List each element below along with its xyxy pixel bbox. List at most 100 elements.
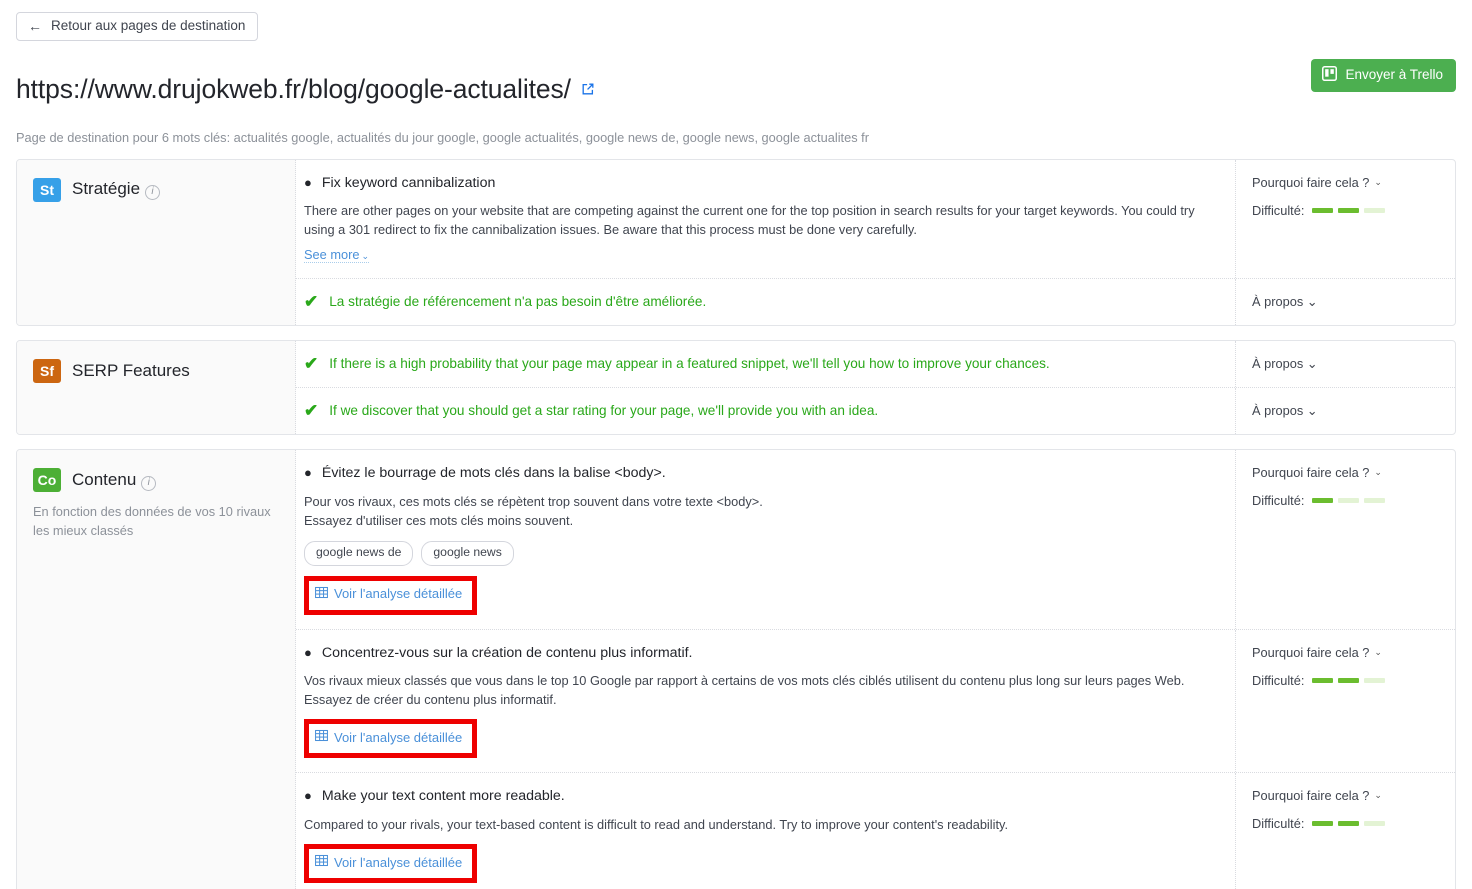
why-do-this-label: Pourquoi faire cela ? bbox=[1252, 644, 1370, 660]
ok-message: ✔ La stratégie de référencement n'a pas b… bbox=[296, 279, 1235, 324]
difficulty-bar bbox=[1338, 498, 1360, 504]
why-do-this-label: Pourquoi faire cela ? bbox=[1252, 788, 1370, 804]
detailed-analysis-link[interactable]: Voir l'analyse détaillée bbox=[315, 586, 462, 602]
difficulty-bars bbox=[1312, 498, 1386, 504]
chevron-down-icon: ⌄ bbox=[1306, 294, 1318, 310]
detailed-analysis-label: Voir l'analyse détaillée bbox=[334, 586, 463, 602]
row-side-panel: À propos ⌄ bbox=[1235, 341, 1455, 388]
send-to-trello-button[interactable]: Envoyer à Trello bbox=[1311, 59, 1456, 92]
title-row: https://www.drujokweb.fr/blog/google-act… bbox=[16, 57, 1456, 122]
detailed-analysis-label: Voir l'analyse détaillée bbox=[334, 854, 463, 870]
issue-row: ● Concentrez-vous sur la création de cont… bbox=[296, 629, 1455, 774]
info-icon[interactable]: i bbox=[141, 475, 157, 491]
difficulty-bar bbox=[1364, 821, 1386, 827]
why-do-this-link[interactable]: Pourquoi faire cela ? ⌄ bbox=[1252, 175, 1382, 190]
difficulty-bars bbox=[1312, 821, 1386, 827]
issue-row: ● Fix keyword cannibalization There are ot… bbox=[296, 159, 1455, 280]
about-link[interactable]: À propos ⌄ bbox=[1252, 356, 1318, 371]
about-link[interactable]: À propos ⌄ bbox=[1252, 294, 1318, 309]
keyword-chip[interactable]: google news de bbox=[304, 541, 414, 566]
external-link-icon[interactable] bbox=[581, 82, 595, 96]
section-badge-icon: Co bbox=[33, 468, 61, 493]
back-to-landing-pages-button[interactable]: ← Retour aux pages de destination bbox=[16, 12, 259, 41]
section-card-stratégie: St Stratégie i ● Fix keyword cannibalization… bbox=[16, 158, 1456, 327]
issue-title-text: Make your text content more readable. bbox=[321, 788, 565, 805]
back-button-label: Retour aux pages de destination bbox=[51, 18, 246, 34]
difficulty-bar bbox=[1312, 677, 1334, 683]
bullet-icon: ● bbox=[304, 788, 312, 804]
row-side-panel: Pourquoi faire cela ? ⌄ Difficulté: bbox=[1235, 773, 1455, 889]
chevron-down-icon: ⌄ bbox=[1374, 467, 1382, 478]
row-side-panel: À propos ⌄ bbox=[1235, 388, 1455, 435]
row-content: ● Make your text content more readable. Co… bbox=[296, 773, 1235, 889]
section-description: En fonction des données de vos 10 rivaux… bbox=[33, 504, 271, 539]
chevron-down-icon: ⌄ bbox=[1306, 403, 1318, 419]
section-rows: ✔ If there is a high probability that you… bbox=[296, 341, 1455, 435]
difficulty-bar bbox=[1338, 821, 1360, 827]
table-icon bbox=[315, 729, 328, 745]
table-icon bbox=[315, 586, 328, 602]
row-side-panel: À propos ⌄ bbox=[1235, 279, 1455, 326]
page-subtitle: Page de destination pour 6 mots clés: ac… bbox=[16, 129, 869, 145]
ok-message-text: La stratégie de référencement n'a pas be… bbox=[329, 294, 707, 310]
difficulty-indicator: Difficulté: bbox=[1252, 816, 1439, 831]
ok-message: ✔ If we discover that you should get a st… bbox=[296, 388, 1235, 433]
check-icon: ✔ bbox=[304, 354, 319, 374]
chevron-down-icon: ⌄ bbox=[1374, 646, 1382, 657]
row-content: ● Évitez le bourrage de mots clés dans la… bbox=[296, 450, 1235, 628]
section-header: Co Contenu i En fonction des données de vos… bbox=[17, 450, 296, 889]
difficulty-bar bbox=[1312, 821, 1334, 827]
keyword-chip[interactable]: google news bbox=[421, 541, 514, 566]
status-row: ✔ If there is a high probability that you… bbox=[296, 341, 1455, 389]
see-more-link[interactable]: See more ⌄ bbox=[304, 247, 370, 264]
page-title-url: https://www.drujokweb.fr/blog/google-act… bbox=[16, 73, 571, 104]
detailed-analysis-highlight: Voir l'analyse détaillée bbox=[304, 575, 478, 615]
chevron-down-icon: ⌄ bbox=[361, 251, 370, 262]
why-do-this-link[interactable]: Pourquoi faire cela ? ⌄ bbox=[1252, 788, 1382, 803]
chevron-down-icon: ⌄ bbox=[1374, 790, 1382, 801]
about-link[interactable]: À propos ⌄ bbox=[1252, 403, 1318, 418]
section-badge-icon: St bbox=[33, 177, 61, 202]
why-do-this-label: Pourquoi faire cela ? bbox=[1252, 174, 1370, 190]
status-row: ✔ If we discover that you should get a st… bbox=[296, 388, 1455, 435]
section-badge-icon: Sf bbox=[33, 359, 61, 384]
detailed-analysis-highlight: Voir l'analyse détaillée bbox=[304, 844, 478, 884]
issue-title: ● Concentrez-vous sur la création de cont… bbox=[304, 644, 1219, 662]
section-name: Contenu i bbox=[72, 470, 157, 491]
issue-title-text: Évitez le bourrage de mots clés dans la … bbox=[321, 465, 666, 482]
difficulty-bar bbox=[1364, 207, 1386, 213]
issue-row: ● Make your text content more readable. Co… bbox=[296, 773, 1455, 889]
difficulty-bar bbox=[1338, 207, 1360, 213]
section-header: St Stratégie i bbox=[17, 159, 296, 326]
why-do-this-link[interactable]: Pourquoi faire cela ? ⌄ bbox=[1252, 645, 1382, 660]
detailed-analysis-link[interactable]: Voir l'analyse détaillée bbox=[315, 729, 462, 745]
bullet-icon: ● bbox=[304, 465, 312, 481]
chevron-down-icon: ⌄ bbox=[1306, 356, 1318, 372]
table-icon bbox=[315, 854, 328, 870]
detailed-analysis-label: Voir l'analyse détaillée bbox=[334, 729, 463, 745]
section-title-row: Sf SERP Features bbox=[33, 359, 279, 384]
issue-description: Compared to your rivals, your text-based… bbox=[304, 816, 1009, 832]
issue-description: There are other pages on your website th… bbox=[304, 203, 1195, 238]
section-name: SERP Features bbox=[72, 361, 190, 381]
issue-description: Pour vos rivaux, ces mots clés se répète… bbox=[304, 493, 763, 529]
row-side-panel: Pourquoi faire cela ? ⌄ Difficulté: bbox=[1235, 159, 1455, 279]
difficulty-bar bbox=[1338, 677, 1360, 683]
issue-title: ● Évitez le bourrage de mots clés dans la… bbox=[304, 464, 1219, 482]
landing-page-audit: ← Retour aux pages de destination https:… bbox=[0, 0, 1472, 889]
section-rows: ● Évitez le bourrage de mots clés dans la… bbox=[296, 450, 1455, 889]
check-icon: ✔ bbox=[304, 401, 319, 421]
difficulty-bar bbox=[1364, 498, 1386, 504]
chevron-down-icon: ⌄ bbox=[1374, 176, 1382, 187]
why-do-this-link[interactable]: Pourquoi faire cela ? ⌄ bbox=[1252, 465, 1382, 480]
ok-message: ✔ If there is a high probability that you… bbox=[296, 341, 1235, 386]
why-do-this-label: Pourquoi faire cela ? bbox=[1252, 465, 1370, 481]
difficulty-bar bbox=[1312, 498, 1334, 504]
section-rows: ● Fix keyword cannibalization There are ot… bbox=[296, 159, 1455, 326]
detailed-analysis-link[interactable]: Voir l'analyse détaillée bbox=[315, 854, 462, 870]
section-title-row: St Stratégie i bbox=[33, 177, 279, 202]
difficulty-indicator: Difficulté: bbox=[1252, 673, 1439, 688]
row-content: ● Concentrez-vous sur la création de cont… bbox=[296, 630, 1235, 773]
section-card-contenu: Co Contenu i En fonction des données de vos… bbox=[16, 449, 1456, 889]
info-icon[interactable]: i bbox=[145, 184, 161, 200]
